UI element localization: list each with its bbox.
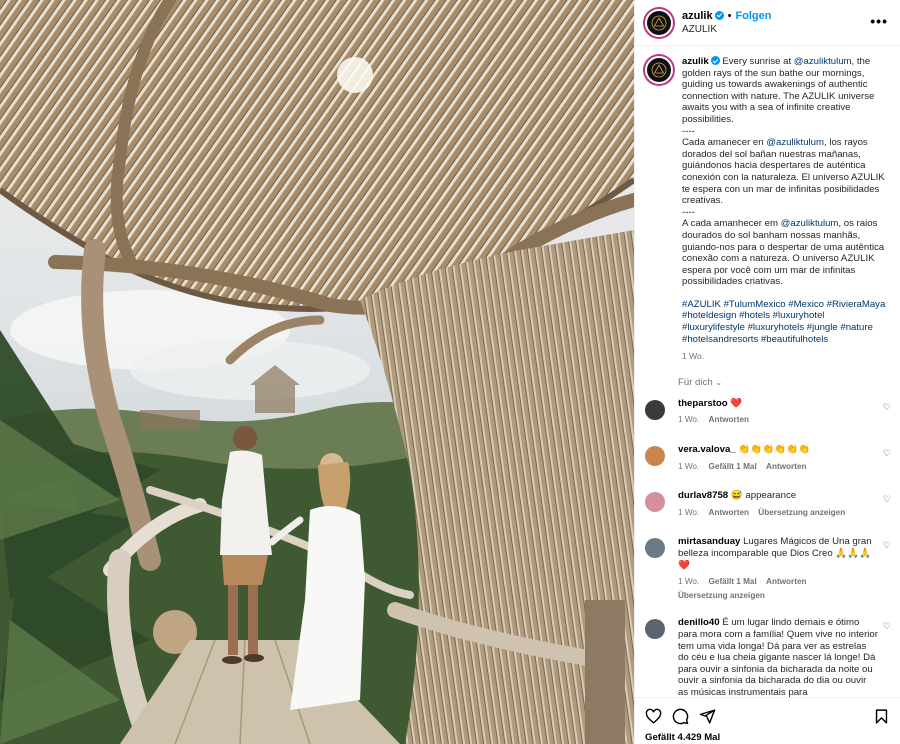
post-header: azulik • Folgen AZULIK •••	[635, 0, 900, 46]
comment-likes[interactable]: Gefällt 1 Mal	[709, 577, 757, 586]
post-details-panel: azulik • Folgen AZULIK ••• azulik Every su…	[634, 0, 900, 744]
comment-time[interactable]: 1 Wo.	[678, 577, 699, 586]
reply-button[interactable]: Antworten	[766, 462, 806, 471]
verified-icon	[710, 56, 720, 65]
comment-username[interactable]: vera.valova_	[678, 444, 736, 455]
translate-button[interactable]: Übersetzung anzeigen	[758, 508, 845, 517]
comment-avatar[interactable]	[645, 399, 665, 420]
header-username[interactable]: azulik	[682, 10, 713, 22]
translate-button[interactable]: Übersetzung anzeigen	[678, 591, 765, 600]
sort-label: Für dich	[678, 376, 713, 388]
share-icon[interactable]	[699, 708, 716, 725]
heart-icon[interactable]: ♡	[883, 621, 891, 632]
heart-icon[interactable]: ♡	[883, 448, 891, 459]
reply-button[interactable]: Antworten	[709, 508, 749, 517]
post-footer: Gefällt 4.429 Mal	[635, 697, 900, 744]
header-subtitle[interactable]: AZULIK	[682, 23, 772, 37]
heart-icon[interactable]: ♡	[883, 540, 891, 551]
comment-item: theparstoo ❤️ 1 Wo. Antworten ♡	[635, 398, 900, 426]
reply-button[interactable]: Antworten	[766, 577, 806, 586]
heart-icon[interactable]: ♡	[883, 402, 891, 413]
profile-avatar[interactable]	[645, 8, 673, 37]
comment-text: É um lugar lindo demais e ótimo para mor…	[678, 617, 878, 698]
caption-p1-pre: Every sunrise at	[722, 56, 794, 67]
comment-time[interactable]: 1 Wo.	[678, 462, 699, 471]
post-photo[interactable]	[0, 0, 634, 744]
comment-item: denillo40 É um lugar lindo demais e ótim…	[635, 617, 900, 698]
caption-separator: ----	[682, 125, 695, 137]
caption-p3-pre: A cada amanhecer em	[682, 218, 781, 230]
caption-time[interactable]: 1 Wo.	[682, 351, 888, 363]
bookmark-icon[interactable]	[873, 708, 890, 725]
comment-username[interactable]: theparstoo	[678, 398, 728, 409]
comment-avatar[interactable]	[645, 446, 665, 467]
mention-link[interactable]: @azuliktulum	[766, 137, 824, 148]
caption-username[interactable]: azulik	[682, 56, 709, 67]
comment-item: durlav8758 😅 appearance 1 Wo. Antworten …	[635, 490, 900, 518]
reply-button[interactable]: Antworten	[709, 415, 749, 424]
heart-icon[interactable]	[645, 708, 662, 725]
verified-icon	[714, 10, 724, 20]
comment-avatar[interactable]	[645, 538, 665, 559]
comment-icon[interactable]	[672, 708, 689, 725]
chevron-down-icon: ⌄	[715, 377, 723, 387]
comment-likes[interactable]: Gefällt 1 Mal	[709, 462, 757, 471]
comment-username[interactable]: denillo40	[678, 617, 720, 628]
comment-time[interactable]: 1 Wo.	[678, 415, 699, 424]
comment-text: 👏👏👏👏👏👏	[738, 444, 810, 456]
mention-link[interactable]: @azuliktulum	[794, 56, 852, 67]
comment-item: vera.valova_ 👏👏👏👏👏👏 1 Wo. Gefällt 1 Mal …	[635, 444, 900, 472]
comments-scroll-area[interactable]: azulik Every sunrise at @azuliktulum, th…	[635, 46, 900, 698]
comment-time[interactable]: 1 Wo.	[678, 508, 699, 517]
more-options-icon[interactable]: •••	[870, 14, 888, 28]
comment-sort-dropdown[interactable]: Für dich ⌄	[635, 363, 900, 388]
comment-avatar[interactable]	[645, 492, 665, 513]
follow-button[interactable]: Folgen	[735, 10, 771, 22]
caption-separator: ----	[682, 206, 695, 218]
comment-item: mirtasanduay Lugares Mágicos de Una gran…	[635, 536, 900, 601]
post-caption: azulik Every sunrise at @azuliktulum, th…	[635, 46, 900, 363]
action-bar	[635, 698, 900, 726]
comment-username[interactable]: mirtasanduay	[678, 536, 740, 547]
comment-text: ❤️	[730, 397, 743, 409]
caption-hashtags[interactable]: #AZULIK #TulumMexico #Mexico #RivieraMay…	[682, 299, 888, 345]
caption-avatar[interactable]	[645, 56, 673, 84]
caption-p2-pre: Cada amanecer en	[682, 137, 767, 149]
comment-username[interactable]: durlav8758	[678, 490, 728, 501]
mention-link[interactable]: @azuliktulum	[781, 218, 839, 229]
separator-dot: •	[727, 9, 732, 22]
heart-icon[interactable]: ♡	[883, 494, 891, 505]
comment-avatar[interactable]	[645, 619, 665, 640]
comment-text: 😅 appearance	[730, 490, 797, 502]
likes-count[interactable]: Gefällt 4.429 Mal	[635, 726, 900, 743]
